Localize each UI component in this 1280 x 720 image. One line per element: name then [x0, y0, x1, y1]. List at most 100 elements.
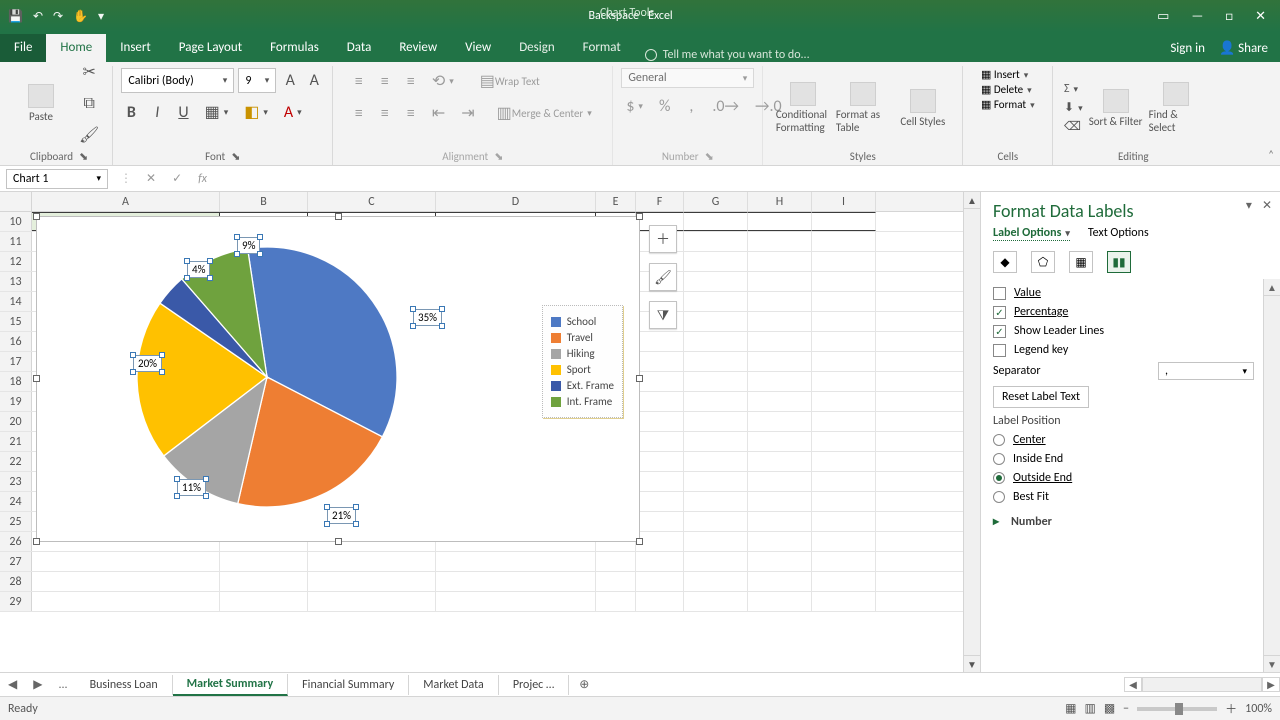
- cell[interactable]: [684, 452, 748, 471]
- tab-review[interactable]: Review: [385, 34, 451, 62]
- label-options-tab[interactable]: Label Options: [993, 226, 1070, 241]
- insert-cells-button[interactable]: ▦ Insert: [981, 68, 1028, 81]
- cell[interactable]: [748, 412, 812, 431]
- delete-cells-button[interactable]: ▦ Delete: [981, 83, 1032, 96]
- page-break-view-icon[interactable]: ▩: [1104, 701, 1115, 716]
- legend-item[interactable]: Ext. Frame: [551, 379, 614, 392]
- cell[interactable]: [812, 452, 876, 471]
- cell[interactable]: [684, 232, 748, 251]
- font-size-combo[interactable]: 9: [238, 68, 276, 93]
- best-fit-radio[interactable]: [993, 491, 1005, 503]
- col-header-I[interactable]: I: [812, 192, 876, 211]
- font-name-combo[interactable]: Calibri (Body): [121, 68, 234, 93]
- row-header[interactable]: 24: [0, 492, 32, 511]
- cell[interactable]: [636, 412, 684, 431]
- select-all-corner[interactable]: [0, 192, 32, 211]
- cell[interactable]: [684, 272, 748, 291]
- label-options-icon[interactable]: ▮▮: [1107, 251, 1131, 273]
- format-as-table-button[interactable]: Format as Table: [836, 82, 890, 134]
- cell[interactable]: [684, 252, 748, 271]
- row-header[interactable]: 18: [0, 372, 32, 391]
- cell[interactable]: [812, 592, 876, 611]
- data-label-hiking[interactable]: 11%: [177, 479, 206, 496]
- vertical-scrollbar[interactable]: ▲ ▼: [963, 192, 980, 672]
- cell[interactable]: [748, 372, 812, 391]
- cell[interactable]: [748, 552, 812, 571]
- separator-combo[interactable]: ,▾: [1158, 362, 1254, 380]
- data-label-travel[interactable]: 21%: [327, 507, 356, 524]
- wrap-text-button[interactable]: ▤ Wrap Text: [475, 68, 545, 94]
- row-header[interactable]: 22: [0, 452, 32, 471]
- minimize-icon[interactable]: —: [1191, 9, 1203, 24]
- cell[interactable]: [812, 312, 876, 331]
- cell[interactable]: [636, 432, 684, 451]
- cell[interactable]: [812, 372, 876, 391]
- cell[interactable]: [436, 592, 596, 611]
- cell[interactable]: [684, 552, 748, 571]
- row-header[interactable]: 21: [0, 432, 32, 451]
- tab-data[interactable]: Data: [333, 34, 386, 62]
- cell[interactable]: [748, 392, 812, 411]
- accounting-button[interactable]: $: [621, 94, 648, 119]
- hscroll-left-icon[interactable]: ◀: [1124, 677, 1142, 692]
- align-right-button[interactable]: ≡: [401, 100, 421, 126]
- cell[interactable]: [684, 332, 748, 351]
- cell[interactable]: [596, 572, 636, 591]
- add-sheet-button[interactable]: ⊕: [569, 677, 599, 692]
- cell[interactable]: [636, 392, 684, 411]
- cell[interactable]: [32, 592, 220, 611]
- cell[interactable]: [32, 552, 220, 571]
- pane-close-icon[interactable]: ✕: [1262, 198, 1272, 213]
- share-button[interactable]: 👤 Share: [1219, 41, 1268, 56]
- cell[interactable]: [32, 572, 220, 591]
- text-options-tab[interactable]: Text Options: [1088, 226, 1149, 241]
- data-label-extframe[interactable]: 4%: [187, 261, 210, 278]
- tab-nav-more[interactable]: ...: [50, 678, 75, 692]
- cell[interactable]: [636, 512, 684, 531]
- cell[interactable]: [812, 232, 876, 251]
- tab-insert[interactable]: Insert: [106, 34, 165, 62]
- undo-icon[interactable]: ↶: [33, 9, 43, 24]
- cell[interactable]: [812, 272, 876, 291]
- italic-button[interactable]: I: [147, 99, 167, 125]
- cell[interactable]: [748, 532, 812, 551]
- find-select-button[interactable]: Find & Select: [1149, 82, 1203, 134]
- cell[interactable]: [220, 552, 308, 571]
- outside-end-radio[interactable]: [993, 472, 1005, 484]
- cell[interactable]: [748, 352, 812, 371]
- reset-label-text-button[interactable]: Reset Label Text: [993, 386, 1089, 408]
- sheet-tab-market-summary[interactable]: Market Summary: [173, 674, 289, 696]
- number-section-heading[interactable]: Number: [1011, 515, 1052, 529]
- cell[interactable]: [684, 432, 748, 451]
- cell[interactable]: [684, 372, 748, 391]
- normal-view-icon[interactable]: ▦: [1065, 701, 1076, 716]
- cancel-icon[interactable]: ✕: [138, 171, 164, 186]
- embedded-chart[interactable]: 35% 21% 11% 20% 4% 9% SchoolTravelHiking…: [36, 216, 640, 542]
- cell[interactable]: [748, 512, 812, 531]
- cell[interactable]: [684, 512, 748, 531]
- ribbon-display-icon[interactable]: ▭: [1157, 9, 1169, 24]
- cell[interactable]: [748, 312, 812, 331]
- cell[interactable]: [636, 332, 684, 351]
- touchmode-icon[interactable]: ✋: [73, 9, 88, 24]
- percentage-checkbox[interactable]: ✓: [993, 306, 1006, 319]
- cell[interactable]: [812, 512, 876, 531]
- legend-item[interactable]: Hiking: [551, 347, 614, 360]
- col-header-F[interactable]: F: [636, 192, 684, 211]
- sign-in-link[interactable]: Sign in: [1170, 41, 1205, 56]
- cell[interactable]: [812, 212, 876, 231]
- align-left-button[interactable]: ≡: [349, 100, 369, 126]
- cell[interactable]: [748, 292, 812, 311]
- cell[interactable]: [812, 572, 876, 591]
- fx-icon[interactable]: fx: [190, 172, 215, 186]
- cell[interactable]: [308, 552, 436, 571]
- cell[interactable]: [812, 292, 876, 311]
- cell[interactable]: [684, 532, 748, 551]
- tab-file[interactable]: File: [0, 34, 46, 62]
- font-color-button[interactable]: A: [279, 99, 307, 125]
- formula-input[interactable]: [215, 168, 1280, 190]
- underline-button[interactable]: U: [173, 99, 193, 125]
- merge-center-button[interactable]: ▥ Merge & Center: [492, 100, 597, 126]
- tab-home[interactable]: Home: [46, 34, 106, 62]
- cell[interactable]: [748, 452, 812, 471]
